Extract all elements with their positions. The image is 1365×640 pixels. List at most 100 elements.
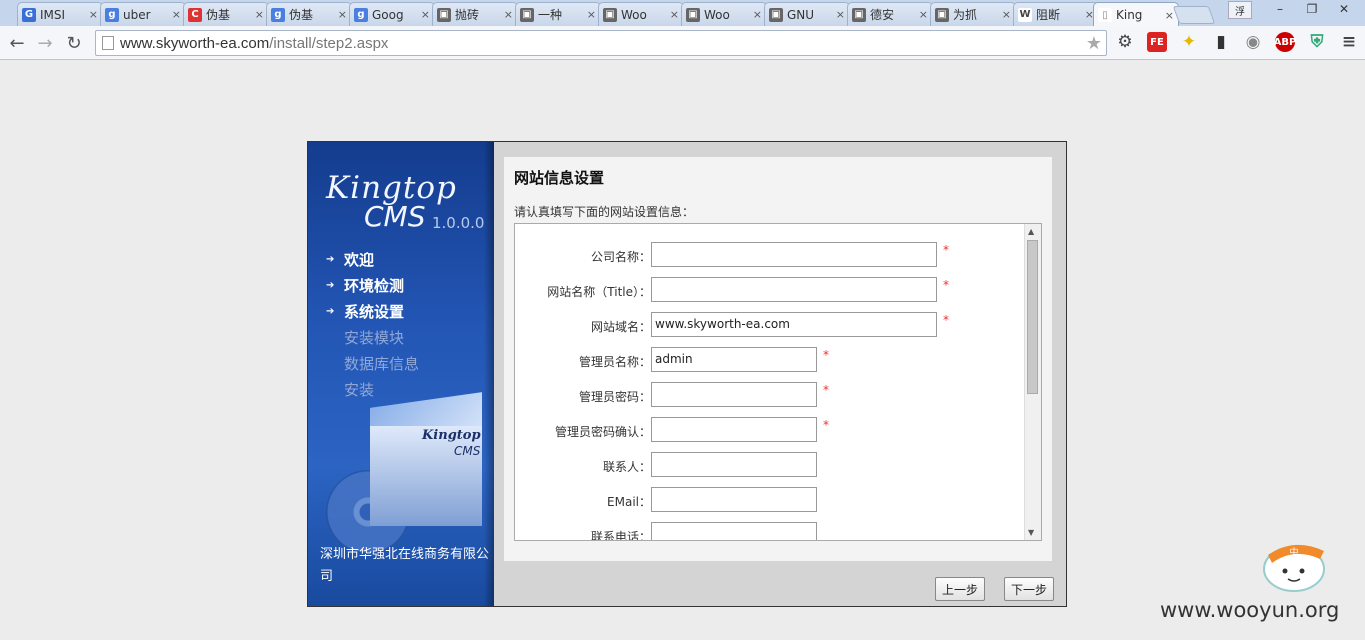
browser-tab[interactable]: W 阻断 × [1013, 2, 1099, 26]
browser-tab[interactable]: ▣ 一种 × [515, 2, 601, 26]
field-input[interactable] [651, 417, 817, 442]
required-mark: * [823, 383, 829, 397]
install-step-label: 安装模块 [344, 328, 405, 347]
required-mark: * [943, 278, 949, 292]
field-input[interactable]: www.skyworth-ea.com [651, 312, 937, 337]
next-step-button[interactable]: 下一步 [1004, 577, 1054, 601]
back-arrow-icon[interactable]: ← [6, 32, 28, 54]
wikipedia-w-icon: W [1018, 7, 1032, 22]
step-arrow-icon: ➔ [326, 253, 335, 265]
field-input[interactable]: admin [651, 347, 817, 372]
fe-icon[interactable]: FE [1147, 32, 1167, 52]
address-bar[interactable]: www.skyworth-ea.com/install/step2.aspx ★ [95, 30, 1107, 56]
install-step-item: ➔ 环境检测 [326, 272, 419, 298]
browser-tab[interactable]: ▣ GNU × [764, 2, 850, 26]
field-input[interactable] [651, 452, 817, 477]
minimize-button[interactable]: – [1265, 0, 1295, 18]
form-row: 管理员密码确认： * [515, 417, 1015, 445]
restore-button[interactable]: ❐ [1297, 0, 1327, 18]
required-mark: * [823, 348, 829, 362]
tab-close-icon[interactable]: × [255, 8, 264, 21]
tab-close-icon[interactable]: × [836, 8, 845, 21]
browser-tab[interactable]: g uber × [100, 2, 186, 26]
gear-icon[interactable]: ⚙ [1115, 32, 1135, 52]
tab-close-icon[interactable]: × [753, 8, 762, 21]
tab-close-icon[interactable]: × [919, 8, 928, 21]
scrollbar-thumb[interactable] [1027, 240, 1038, 394]
form-row: 联系人： [515, 452, 1015, 480]
tab-close-icon[interactable]: × [338, 8, 347, 21]
google-g-icon: g [354, 7, 368, 22]
required-mark: * [823, 418, 829, 432]
close-window-button[interactable]: ✕ [1329, 0, 1359, 18]
browser-tab[interactable]: ▣ 抛砖 × [432, 2, 518, 26]
browser-tab[interactable]: G IMSI × [17, 2, 103, 26]
tab-close-icon[interactable]: × [1002, 8, 1011, 21]
browser-tab[interactable]: g Goog × [349, 2, 435, 26]
install-step-label: 系统设置 [344, 302, 405, 321]
field-label: 管理员名称： [578, 355, 651, 369]
browser-tab[interactable]: ▣ Woo × [681, 2, 767, 26]
field-label: 公司名称： [590, 250, 651, 264]
tab-close-icon[interactable]: × [587, 8, 596, 21]
watermark-text: www.wooyun.org [1160, 598, 1340, 622]
browser-tab[interactable]: ▣ Woo × [598, 2, 684, 26]
user-profile-badge[interactable]: 浮 [1228, 1, 1252, 19]
step-arrow-icon: ➔ [326, 305, 335, 317]
page-icon: ▣ [603, 7, 617, 22]
shield-icon[interactable]: ⛨ [1307, 32, 1327, 52]
install-step-item: 安装模块 [326, 324, 419, 350]
step-arrow-icon: ➔ [326, 279, 335, 291]
browser-tab[interactable]: g 伪基 × [266, 2, 352, 26]
tab-title: uber [123, 7, 151, 22]
mascot-label: 中 [1289, 546, 1298, 558]
tab-close-icon[interactable]: × [504, 8, 513, 21]
page-icon: ▣ [769, 7, 783, 22]
scroll-down-icon[interactable]: ▼ [1028, 528, 1034, 537]
field-label: 管理员密码： [578, 390, 651, 404]
browser-tab[interactable]: ▣ 为抓 × [930, 2, 1016, 26]
settings-form[interactable]: 公司名称： * 网站名称（Title）： * 网站域名： www.skyworth-ea.… [514, 223, 1042, 541]
install-step-item: 数据库信息 [326, 350, 419, 376]
bookmark-star-icon[interactable]: ★ [1086, 33, 1102, 54]
field-input[interactable] [651, 242, 937, 267]
menu-icon[interactable]: ≡ [1339, 32, 1359, 52]
c-logo-icon: C [188, 7, 202, 22]
field-input[interactable] [651, 382, 817, 407]
field-input[interactable] [651, 277, 937, 302]
scroll-up-icon[interactable]: ▲ [1028, 227, 1034, 236]
tab-title: Goog [372, 7, 404, 22]
url-host: www.skyworth-ea.com [120, 34, 270, 52]
globe-icon[interactable]: ◉ [1243, 32, 1263, 52]
browser-tab[interactable]: C 伪基 × [183, 2, 269, 26]
installer-sidebar: Kingtop CMS 1.0.0.0 ➔ 欢迎 ➔ 环境检测 ➔ 系统设置 安装模块 数据库… [308, 142, 494, 606]
reload-icon[interactable]: ↻ [63, 32, 85, 54]
field-input[interactable] [651, 522, 817, 540]
prev-step-button[interactable]: 上一步 [935, 577, 985, 601]
browser-tab[interactable]: ▯ King × [1093, 2, 1179, 27]
tab-title: 阻断 [1036, 8, 1061, 22]
tab-close-icon[interactable]: × [172, 8, 181, 21]
tab-close-icon[interactable]: × [421, 8, 430, 21]
field-input[interactable] [651, 487, 817, 512]
tab-close-icon[interactable]: × [670, 8, 679, 21]
field-label: 联系电话： [590, 530, 651, 541]
forward-arrow-icon[interactable]: → [34, 32, 56, 54]
battery-icon[interactable]: ▮ [1211, 32, 1231, 52]
form-row: 管理员名称： admin * [515, 347, 1015, 375]
puzzle-icon[interactable]: ✦ [1179, 32, 1199, 52]
company-name: 深圳市华强北在线商务有限公司 [320, 547, 490, 584]
tab-title: 抛砖 [455, 8, 480, 22]
field-label: 管理员密码确认： [554, 425, 651, 439]
window-controls: – ❐ ✕ [1265, 0, 1359, 18]
browser-tab[interactable]: ▣ 德安 × [847, 2, 933, 26]
abp-icon[interactable]: ABP [1274, 32, 1296, 52]
page-icon: ▣ [686, 7, 700, 22]
installer-window: Kingtop CMS 1.0.0.0 ➔ 欢迎 ➔ 环境检测 ➔ 系统设置 安装模块 数据库… [307, 141, 1067, 607]
form-scrollbar[interactable]: ▲ ▼ [1024, 224, 1041, 540]
install-steps: ➔ 欢迎 ➔ 环境检测 ➔ 系统设置 安装模块 数据库信息 安装 [326, 246, 419, 402]
new-tab-button[interactable] [1172, 6, 1216, 24]
install-step-label: 欢迎 [344, 250, 375, 269]
tab-close-icon[interactable]: × [1165, 9, 1174, 22]
tab-close-icon[interactable]: × [89, 8, 98, 21]
